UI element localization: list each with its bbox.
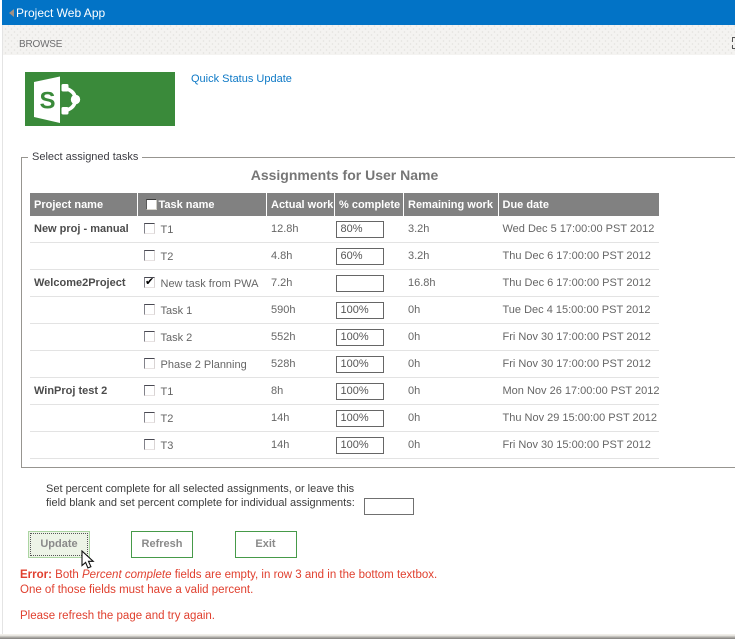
svg-text:S: S (40, 88, 56, 115)
